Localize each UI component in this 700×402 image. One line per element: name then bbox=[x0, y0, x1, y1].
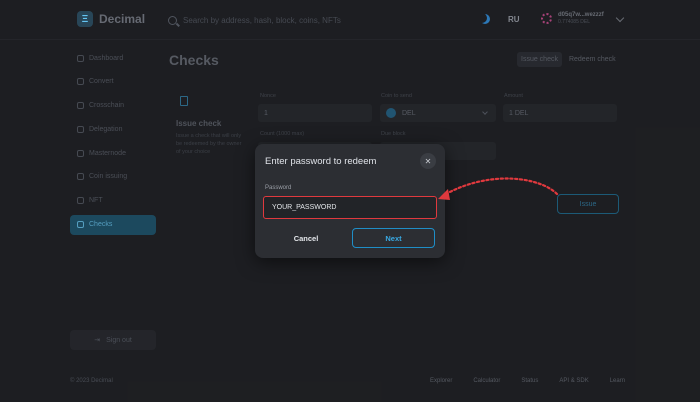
password-modal: Enter password to redeem ✕ Password Canc… bbox=[255, 144, 445, 258]
annotation-arrow bbox=[438, 177, 559, 200]
cancel-button[interactable]: Cancel bbox=[263, 228, 349, 248]
annotation-arrow-path bbox=[444, 177, 559, 196]
next-button[interactable]: Next bbox=[352, 228, 435, 248]
annotation-arrow-head bbox=[438, 189, 450, 200]
modal-title: Enter password to redeem bbox=[265, 156, 377, 167]
close-icon[interactable]: ✕ bbox=[420, 153, 436, 169]
password-field[interactable] bbox=[263, 196, 437, 219]
password-label: Password bbox=[265, 185, 292, 191]
